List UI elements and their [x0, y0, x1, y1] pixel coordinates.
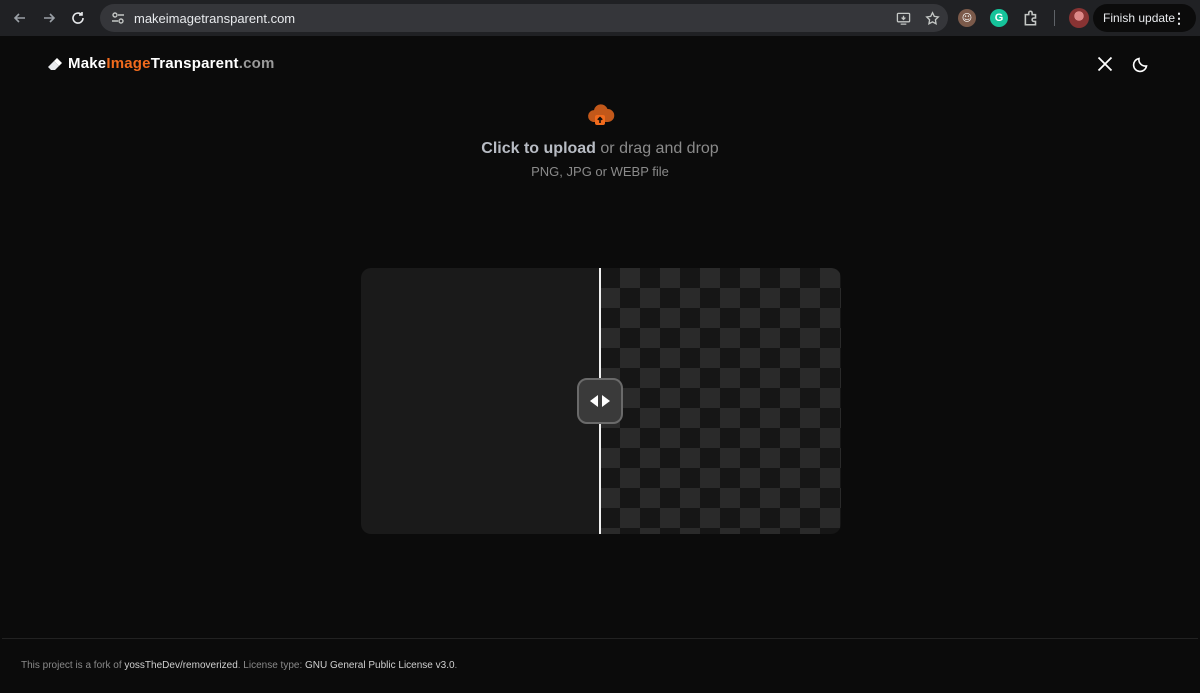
- click-to-upload-text[interactable]: Click to upload: [481, 140, 596, 157]
- transparent-preview-pane: [600, 268, 841, 534]
- footer-text-2: . License type:: [237, 660, 306, 671]
- footer-text-1: This project is a fork of: [21, 660, 125, 671]
- compare-slider-handle[interactable]: [577, 378, 623, 424]
- reload-button[interactable]: [63, 3, 93, 33]
- logo-transparent: Transparent: [150, 55, 239, 72]
- extension-avatar-icon[interactable]: ☺: [958, 9, 976, 27]
- address-bar[interactable]: makeimagetransparent.com: [100, 4, 948, 32]
- repo-link[interactable]: yossTheDev/removerized: [124, 660, 237, 671]
- arrow-left-icon: [13, 13, 25, 23]
- toolbar-separator: [1054, 10, 1055, 26]
- install-app-icon[interactable]: [896, 11, 911, 26]
- original-image-pane: [361, 268, 600, 534]
- footer-text-3: .: [454, 660, 458, 671]
- back-button[interactable]: [5, 3, 35, 33]
- grammarly-extension-icon[interactable]: G: [990, 9, 1008, 27]
- x-twitter-icon[interactable]: [1096, 55, 1114, 73]
- upload-dropzone[interactable]: Click to upload or drag and drop PNG, JP…: [2, 100, 1198, 179]
- footer-text: This project is a fork of yossTheDev/rem…: [21, 660, 457, 671]
- drag-drop-text: or drag and drop: [595, 140, 719, 157]
- logo-make: Make: [68, 55, 107, 72]
- license-link[interactable]: GNU General Public License v3.0: [305, 660, 455, 671]
- url-text: makeimagetransparent.com: [134, 10, 296, 26]
- eraser-icon: [48, 57, 62, 70]
- page: Make Image Transparent .com Click to upload…: [2, 38, 1198, 691]
- upload-instruction: Click to upload or drag and drop: [2, 140, 1198, 158]
- finish-update-button[interactable]: Finish update ⋮: [1093, 4, 1196, 32]
- arrow-right-icon: [44, 13, 56, 23]
- browser-menu-icon[interactable]: ⋮: [1172, 10, 1186, 27]
- logo-image: Image: [106, 55, 151, 72]
- footer: This project is a fork of yossTheDev/rem…: [2, 638, 1198, 691]
- site-settings-icon[interactable]: [110, 10, 126, 26]
- cloud-upload-icon: [588, 104, 615, 125]
- bookmark-star-icon[interactable]: [925, 10, 940, 26]
- left-right-arrows-icon: [590, 395, 610, 407]
- logo-com: .com: [238, 55, 275, 72]
- profile-avatar[interactable]: [1069, 8, 1089, 28]
- finish-update-label: Finish update: [1103, 11, 1176, 25]
- extensions-puzzle-icon[interactable]: [1022, 9, 1040, 27]
- site-logo[interactable]: Make Image Transparent .com: [46, 55, 275, 72]
- before-after-compare[interactable]: [361, 268, 841, 534]
- forward-button[interactable]: [34, 3, 64, 33]
- reload-icon: [72, 12, 84, 24]
- browser-toolbar: makeimagetransparent.com ☺ G Finish upda…: [0, 0, 1200, 36]
- file-types-hint: PNG, JPG or WEBP file: [531, 164, 669, 179]
- moon-icon[interactable]: [1132, 55, 1150, 73]
